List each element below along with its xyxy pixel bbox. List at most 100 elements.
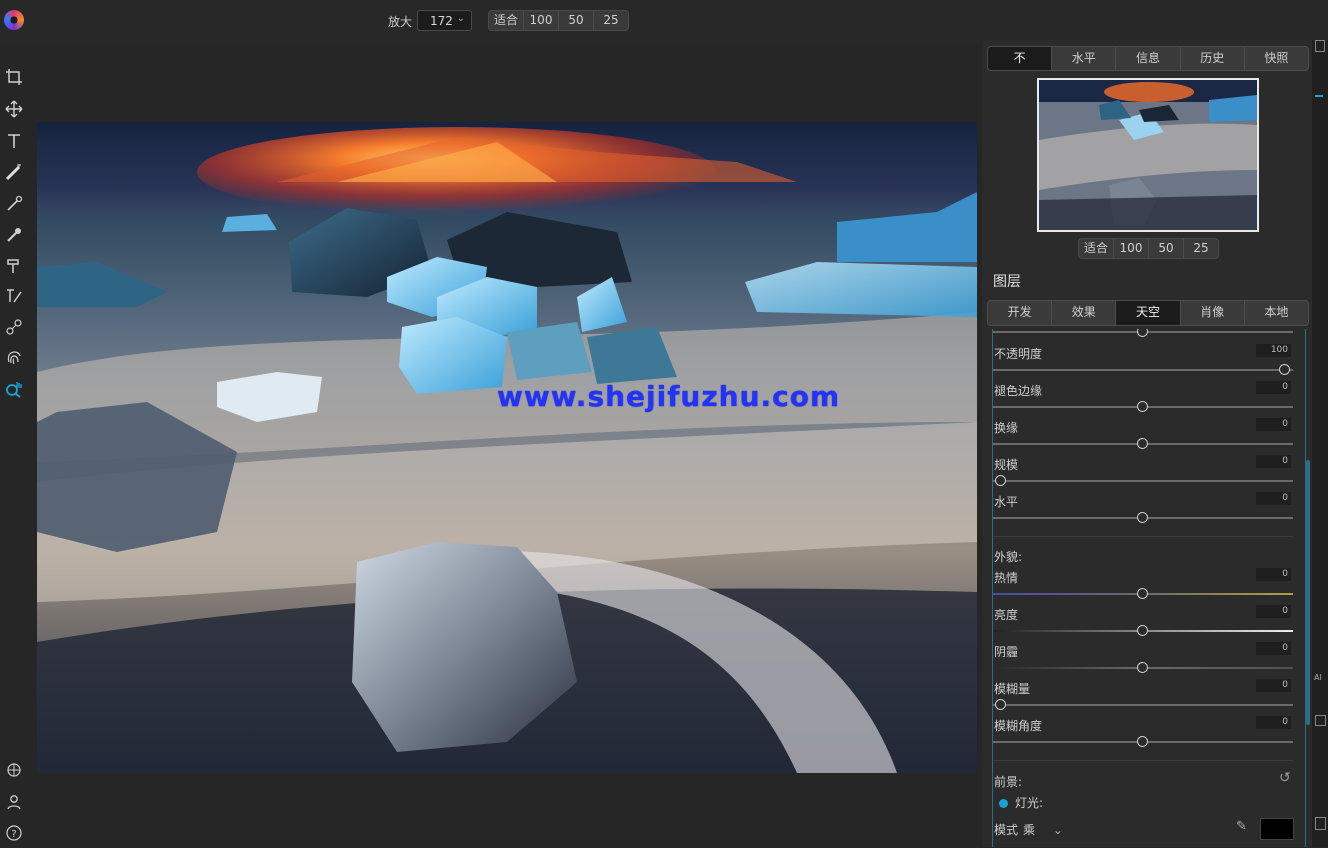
zoom-50-button[interactable]: 50 [559, 11, 594, 30]
slider-label: 不透明度 [994, 347, 1043, 361]
slider-knob[interactable] [1137, 588, 1148, 599]
tab-develop[interactable]: 开发 [988, 301, 1053, 325]
slider-value[interactable]: 100 [1256, 344, 1291, 357]
slider-label: 模糊角度 [994, 719, 1043, 733]
slider-fade-edge[interactable]: 褪色边缘 0 [993, 381, 1305, 419]
nav-fit-button[interactable]: 适合 [1079, 239, 1114, 258]
slider-scale[interactable]: 规模 0 [993, 455, 1305, 493]
slider-knob[interactable] [995, 699, 1006, 710]
healing-brush-icon[interactable] [3, 224, 25, 246]
slider-knob[interactable] [1137, 625, 1148, 636]
slider-knob[interactable] [1137, 438, 1148, 449]
help-icon[interactable]: ? [3, 822, 25, 844]
slider-warmth[interactable]: 热情 0 [993, 568, 1305, 606]
foreground-heading: 前景: [994, 775, 1023, 789]
text-icon[interactable] [3, 130, 25, 152]
slider-knob[interactable] [995, 475, 1006, 486]
search-hand-icon[interactable] [3, 378, 25, 400]
mode-select[interactable]: 乘 ⌄ [1023, 821, 1063, 838]
tab-snapshot[interactable]: 快照 [1245, 47, 1308, 70]
slider-value[interactable]: 0 [1256, 679, 1291, 692]
section-divider [993, 536, 1293, 537]
eraser-brush-icon[interactable] [3, 285, 25, 307]
tab-info[interactable]: 信息 [1116, 47, 1181, 70]
top-toolbar: 放大 172 ⌄ 适合 100 50 25 [0, 0, 1328, 44]
export-icon[interactable] [1315, 817, 1326, 830]
tab-sky[interactable]: 天空 [1116, 301, 1181, 325]
slider-haze[interactable]: 阴霾 0 [993, 642, 1305, 680]
move-icon[interactable] [3, 98, 25, 120]
panel-scrollbar[interactable] [1306, 460, 1310, 725]
appearance-heading: 外貌: [994, 550, 1023, 564]
slider-knob[interactable] [1137, 401, 1148, 412]
chevron-down-icon: ⌄ [1052, 823, 1063, 837]
slider-value[interactable]: 0 [1256, 568, 1291, 581]
crop-icon[interactable] [3, 66, 25, 88]
tab-none[interactable]: 不 [988, 47, 1053, 70]
panel-toggle-icon[interactable] [1315, 40, 1325, 52]
brush-icon[interactable] [3, 193, 25, 215]
slider-brightness[interactable]: 亮度 0 [993, 605, 1305, 643]
slider-knob[interactable] [1137, 736, 1148, 747]
eyedropper-icon[interactable]: ✎ [1236, 819, 1247, 834]
slider-knob[interactable] [1137, 512, 1148, 523]
slider-label: 阴霾 [994, 645, 1019, 659]
slider-track [993, 369, 1293, 371]
tab-history[interactable]: 历史 [1181, 47, 1245, 70]
navigator-thumbnail[interactable] [1037, 78, 1259, 232]
slider-knob[interactable] [1137, 662, 1148, 673]
tab-level[interactable]: 水平 [1052, 47, 1117, 70]
app-logo-icon[interactable] [4, 10, 24, 30]
zoom-label: 放大 [388, 15, 413, 29]
magic-wand-icon[interactable] [3, 161, 25, 183]
color-swatch[interactable] [1260, 818, 1294, 840]
photo-canvas[interactable] [37, 122, 977, 773]
gradient-icon[interactable] [3, 316, 25, 338]
layers-toggle-icon[interactable] [1315, 95, 1323, 97]
reset-icon[interactable]: ↺ [1279, 770, 1291, 786]
slider-value[interactable]: 0 [1256, 642, 1291, 655]
slider-horizon[interactable]: 水平 0 [993, 492, 1305, 530]
tab-portrait[interactable]: 肖像 [1181, 301, 1245, 325]
slider-value[interactable]: 0 [1256, 716, 1291, 729]
light-label: 灯光: [1015, 796, 1044, 810]
ai-icon[interactable]: AI [1314, 673, 1322, 682]
zoom-select[interactable]: 172 ⌄ [417, 10, 472, 31]
svg-text:?: ? [11, 829, 16, 840]
tab-local[interactable]: 本地 [1245, 301, 1308, 325]
layers-shapes-icon[interactable] [3, 759, 25, 781]
slider-blur-amount[interactable]: 模糊量 0 [993, 679, 1305, 717]
slider-knob[interactable] [1137, 329, 1148, 337]
nav-50-button[interactable]: 50 [1149, 239, 1184, 258]
slider-track [993, 480, 1293, 482]
slider-knob[interactable] [1279, 364, 1290, 375]
slider-value[interactable]: 0 [1256, 418, 1291, 431]
clone-brush-icon[interactable] [3, 255, 25, 277]
fingerprint-icon[interactable] [3, 346, 25, 368]
zoom-100-button[interactable]: 100 [524, 11, 559, 30]
slider-blur-angle[interactable]: 模糊角度 0 [993, 716, 1305, 754]
right-edge-toolbar: AI [1312, 40, 1328, 847]
slider-edge[interactable]: 换缘 0 [993, 418, 1305, 456]
tab-effects[interactable]: 效果 [1052, 301, 1117, 325]
panel-top-tabs: 不 水平 信息 历史 快照 [987, 46, 1309, 71]
crop-toggle-icon[interactable] [1315, 715, 1326, 726]
nav-100-button[interactable]: 100 [1114, 239, 1149, 258]
chevron-down-icon: ⌄ [456, 13, 465, 24]
zoom-value: 172 [430, 14, 453, 28]
sky-settings-scroll[interactable]: 不透明度 100 褪色边缘 0 换缘 0 规模 0 水平 0 外貌: 热情 0 … [992, 329, 1306, 847]
zoom-25-button[interactable]: 25 [594, 11, 628, 30]
nav-25-button[interactable]: 25 [1184, 239, 1218, 258]
user-icon[interactable] [3, 791, 25, 813]
slider-value[interactable]: 0 [1256, 492, 1291, 505]
mode-value: 乘 [1023, 823, 1036, 837]
light-indicator-icon[interactable] [999, 799, 1008, 808]
slider-value[interactable]: 0 [1256, 381, 1291, 394]
slider-value[interactable]: 0 [1256, 605, 1291, 618]
slider-opacity[interactable]: 不透明度 100 [993, 344, 1305, 382]
slider-value[interactable]: 0 [1256, 455, 1291, 468]
zoom-fit-button[interactable]: 适合 [489, 11, 524, 30]
partial-slider[interactable] [993, 329, 1305, 344]
slider-label: 规模 [994, 458, 1019, 472]
right-panel: 不 水平 信息 历史 快照 适合 100 50 25 图层 开发 效果 天空 肖… [982, 40, 1312, 847]
